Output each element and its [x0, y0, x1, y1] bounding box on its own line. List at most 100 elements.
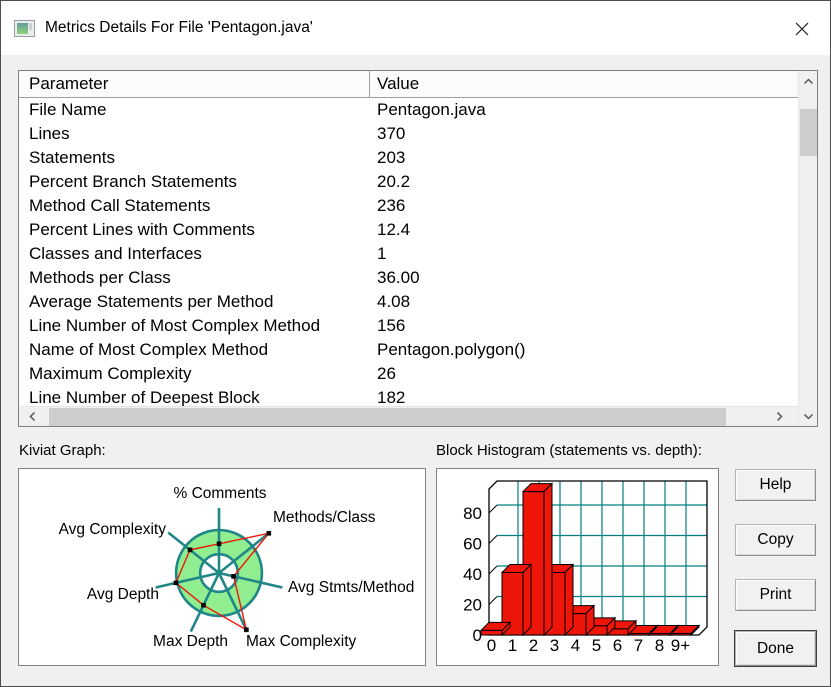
y-tick-label: 60: [463, 535, 482, 554]
horizontal-scrollbar[interactable]: [19, 406, 798, 426]
x-tick-label: 4: [571, 636, 580, 655]
table-row[interactable]: Percent Lines with Comments 12.4: [19, 218, 798, 242]
print-button[interactable]: Print: [735, 579, 816, 611]
scroll-up-button[interactable]: [799, 71, 817, 91]
parameter-cell: Percent Lines with Comments: [29, 220, 255, 239]
table-row[interactable]: Percent Branch Statements 20.2: [19, 170, 798, 194]
parameter-cell: Lines: [29, 124, 70, 143]
parameter-cell: Percent Branch Statements: [29, 172, 237, 191]
bar-front-face: [669, 632, 692, 636]
value-cell: 26: [377, 364, 396, 383]
bar-side-face: [564, 563, 574, 637]
x-tick-label: 8: [655, 636, 664, 655]
kiviat-graph-label: Kiviat Graph:: [19, 442, 106, 459]
kiviat-data-marker: [266, 530, 272, 536]
kiviat-radar-chart: % Comments Methods/Class Avg Stmts/Method M…: [59, 485, 415, 650]
kiviat-data-marker: [201, 602, 206, 608]
value-cell: 203: [377, 148, 406, 167]
kiviat-data-marker: [231, 574, 236, 579]
titlebar: Metrics Details For File 'Pentagon.java': [1, 1, 830, 55]
value-cell: Pentagon.polygon(): [377, 340, 526, 359]
table-body: File Name Pentagon.java Lines 370 Statements…: [19, 98, 798, 406]
parameter-cell: Maximum Complexity: [29, 364, 192, 383]
value-cell: 370: [377, 124, 406, 143]
axis-tick-3d: [488, 565, 498, 575]
x-tick-label: 2: [529, 636, 538, 655]
kiviat-axis-label: Avg Depth: [87, 586, 159, 603]
kiviat-axis-label: Avg Complexity: [59, 521, 167, 538]
table-row[interactable]: Classes and Interfaces 1: [19, 242, 798, 266]
table-row[interactable]: Name of Most Complex Method Pentagon.poly…: [19, 338, 798, 362]
help-button[interactable]: Help: [735, 469, 816, 501]
table-row[interactable]: Methods per Class 36.00: [19, 266, 798, 290]
kiviat-axis-label: Max Depth: [153, 633, 228, 650]
parameter-cell: Name of Most Complex Method: [29, 340, 269, 359]
scroll-down-button[interactable]: [799, 406, 817, 426]
chevron-left-icon: [28, 411, 35, 422]
close-button[interactable]: [781, 10, 823, 47]
vertical-scrollbar[interactable]: [798, 71, 817, 426]
column-header-value[interactable]: Value: [369, 71, 798, 97]
kiviat-data-marker: [173, 580, 179, 586]
scroll-left-button[interactable]: [21, 407, 43, 426]
parameter-cell: Line Number of Most Complex Method: [29, 316, 321, 335]
metrics-details-dialog: Metrics Details For File 'Pentagon.java'…: [0, 0, 831, 687]
kiviat-axis-label: Methods/Class: [273, 509, 376, 526]
kiviat-data-marker: [187, 547, 193, 553]
bar-side-face: [522, 563, 532, 637]
kiviat-data-marker: [216, 541, 222, 547]
table-row[interactable]: Line Number of Deepest Block 182: [19, 386, 798, 406]
chevron-right-icon: [776, 411, 783, 422]
x-tick-label: 9+: [671, 636, 690, 655]
block-histogram-chart: 0204060800 1 2 3 4 5 6 7 8 9+: [463, 480, 708, 655]
copy-button[interactable]: Copy: [735, 524, 816, 556]
axis-tick-3d: [488, 535, 498, 544]
table-row[interactable]: File Name Pentagon.java: [19, 98, 798, 122]
horizontal-scrollbar-thumb[interactable]: [49, 408, 726, 426]
table-row[interactable]: Maximum Complexity 26: [19, 362, 798, 386]
axis-tick-3d: [488, 596, 498, 605]
table-row[interactable]: Average Statements per Method 4.08: [19, 290, 798, 314]
metrics-table: Parameter Value File Name Pentagon.java Li…: [18, 70, 818, 427]
bar-front-face: [627, 632, 650, 636]
histogram-panel: 0 20 40 60 80 0 1 2 3 4 5 6 7 8 9+: [436, 468, 719, 666]
table-row[interactable]: Statements 203: [19, 146, 798, 170]
value-cell: 182: [377, 388, 406, 406]
window-title: Metrics Details For File 'Pentagon.java': [45, 19, 313, 36]
scroll-right-button[interactable]: [768, 407, 790, 426]
x-tick-label: 1: [508, 636, 517, 655]
kiviat-axis-label: Max Complexity: [246, 633, 356, 650]
table-row[interactable]: Method Call Statements 236: [19, 194, 798, 218]
y-tick-label: 20: [463, 596, 482, 615]
app-icon-pane: [17, 22, 28, 34]
table-row[interactable]: Line Number of Most Complex Method 156: [19, 314, 798, 338]
chevron-up-icon: [803, 77, 813, 84]
x-tick-label: 3: [550, 636, 559, 655]
table-header: Parameter Value: [19, 71, 798, 98]
table-row[interactable]: Lines 370: [19, 122, 798, 146]
parameter-cell: File Name: [29, 100, 107, 119]
x-tick-label: 6: [613, 636, 622, 655]
app-icon: [14, 19, 35, 37]
x-tick-label: 0: [487, 636, 496, 655]
kiviat-axis-label: Avg Stmts/Method: [288, 579, 414, 596]
value-cell: 20.2: [377, 172, 411, 191]
y-tick-label: 80: [463, 504, 482, 523]
vertical-scrollbar-thumb[interactable]: [800, 109, 817, 156]
column-header-parameter[interactable]: Parameter: [19, 71, 369, 97]
value-cell: 156: [377, 316, 406, 335]
parameter-cell: Statements: [29, 148, 115, 167]
parameter-cell: Line Number of Deepest Block: [29, 388, 260, 406]
kiviat-data-marker: [244, 627, 249, 633]
done-button[interactable]: Done: [735, 631, 816, 666]
axis-tick-3d: [488, 504, 498, 514]
x-tick-label: 7: [634, 636, 643, 655]
parameter-cell: Classes and Interfaces: [29, 244, 202, 263]
parameter-cell: Methods per Class: [29, 268, 171, 287]
parameter-cell: Method Call Statements: [29, 196, 211, 215]
bar-front-face: [480, 629, 503, 636]
value-cell: 36.00: [377, 268, 420, 287]
bar-front-face: [648, 632, 671, 636]
kiviat-axis-label: % Comments: [173, 485, 266, 502]
x-tick-label: 5: [592, 636, 601, 655]
